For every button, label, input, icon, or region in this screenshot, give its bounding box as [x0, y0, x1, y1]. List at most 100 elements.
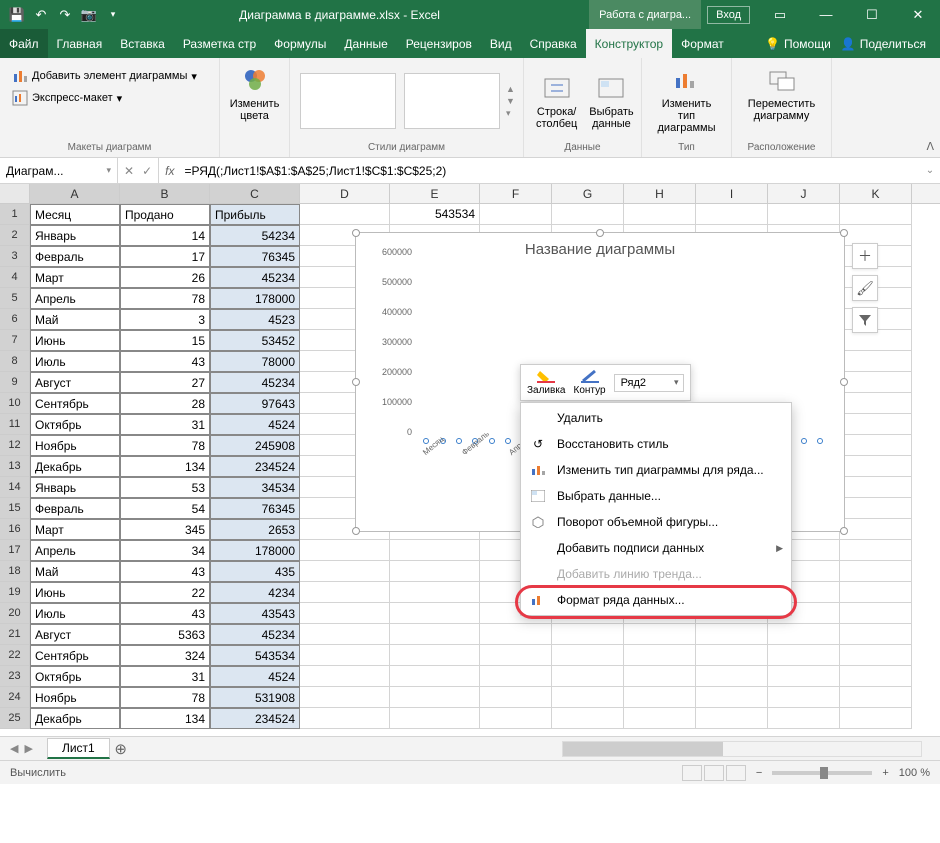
- cell[interactable]: Октябрь: [30, 414, 120, 435]
- cell[interactable]: Продано: [120, 204, 210, 225]
- cell[interactable]: [624, 645, 696, 666]
- chart-style-1[interactable]: [300, 73, 396, 129]
- ctx-format-series[interactable]: Формат ряда данных...: [521, 587, 791, 613]
- cell[interactable]: Февраль: [30, 246, 120, 267]
- cell[interactable]: 45234: [210, 624, 300, 645]
- sheet-nav-prev[interactable]: ◀: [10, 742, 18, 755]
- cell[interactable]: [390, 540, 480, 561]
- cell[interactable]: 31: [120, 666, 210, 687]
- cell[interactable]: [300, 666, 390, 687]
- save-icon[interactable]: 💾: [6, 4, 28, 26]
- change-chart-type-button[interactable]: Изменить тип диаграммы: [650, 62, 723, 136]
- cell[interactable]: 54234: [210, 225, 300, 246]
- cell[interactable]: 435: [210, 561, 300, 582]
- cell[interactable]: [300, 645, 390, 666]
- qat-dropdown-icon[interactable]: ▾: [102, 4, 124, 26]
- row-header[interactable]: 16: [0, 519, 30, 540]
- cell[interactable]: [480, 204, 552, 225]
- cell[interactable]: [624, 204, 696, 225]
- tab-design[interactable]: Конструктор: [586, 29, 672, 58]
- cell[interactable]: [300, 603, 390, 624]
- cell[interactable]: [480, 687, 552, 708]
- view-page-layout-button[interactable]: [704, 765, 724, 781]
- row-header[interactable]: 19: [0, 582, 30, 603]
- cell[interactable]: [480, 708, 552, 729]
- cell[interactable]: [840, 414, 912, 435]
- cell[interactable]: [624, 687, 696, 708]
- sheet-tab-1[interactable]: Лист1: [47, 738, 110, 759]
- ctx-delete[interactable]: Удалить: [521, 405, 791, 431]
- cell[interactable]: [768, 708, 840, 729]
- cell[interactable]: Август: [30, 372, 120, 393]
- cell[interactable]: 43: [120, 603, 210, 624]
- cell[interactable]: 28: [120, 393, 210, 414]
- cell[interactable]: [300, 624, 390, 645]
- col-header-a[interactable]: A: [30, 184, 120, 203]
- cell[interactable]: 4523: [210, 309, 300, 330]
- col-header-c[interactable]: C: [210, 184, 300, 203]
- cell[interactable]: 76345: [210, 498, 300, 519]
- cell[interactable]: Прибыль: [210, 204, 300, 225]
- cell[interactable]: [840, 393, 912, 414]
- cell[interactable]: 324: [120, 645, 210, 666]
- cell[interactable]: 34534: [210, 477, 300, 498]
- redo-icon[interactable]: ↷: [54, 4, 76, 26]
- cell[interactable]: Май: [30, 561, 120, 582]
- cell[interactable]: 22: [120, 582, 210, 603]
- minimize-icon[interactable]: —: [804, 0, 848, 29]
- cell[interactable]: [552, 204, 624, 225]
- cancel-formula-icon[interactable]: ✕: [124, 164, 134, 178]
- cell[interactable]: 2653: [210, 519, 300, 540]
- cell[interactable]: 4524: [210, 666, 300, 687]
- cell[interactable]: 54: [120, 498, 210, 519]
- cell[interactable]: 78: [120, 435, 210, 456]
- row-header[interactable]: 15: [0, 498, 30, 519]
- cell[interactable]: [390, 687, 480, 708]
- cell[interactable]: 234524: [210, 456, 300, 477]
- cell[interactable]: 178000: [210, 288, 300, 309]
- undo-icon[interactable]: ↶: [30, 4, 52, 26]
- cell[interactable]: 45234: [210, 372, 300, 393]
- tab-home[interactable]: Главная: [48, 29, 112, 58]
- cell[interactable]: Апрель: [30, 540, 120, 561]
- cell[interactable]: [552, 708, 624, 729]
- tab-file[interactable]: Файл: [0, 29, 48, 58]
- cell[interactable]: Месяц: [30, 204, 120, 225]
- cell[interactable]: 78000: [210, 351, 300, 372]
- row-header[interactable]: 1: [0, 204, 30, 225]
- cell[interactable]: 26: [120, 267, 210, 288]
- cell[interactable]: Июль: [30, 351, 120, 372]
- cell[interactable]: Март: [30, 519, 120, 540]
- name-box[interactable]: Диаграм...▾: [0, 158, 118, 183]
- chart-elements-button[interactable]: ＋: [852, 243, 878, 269]
- sheet-nav-next[interactable]: ▶: [24, 742, 32, 755]
- cell[interactable]: [300, 687, 390, 708]
- cell[interactable]: [696, 624, 768, 645]
- share-button[interactable]: 👤 Поделиться: [841, 37, 926, 51]
- cell[interactable]: Июнь: [30, 330, 120, 351]
- cell[interactable]: 27: [120, 372, 210, 393]
- cell[interactable]: [696, 666, 768, 687]
- cell[interactable]: [390, 708, 480, 729]
- cell[interactable]: 234524: [210, 708, 300, 729]
- cell[interactable]: 245908: [210, 435, 300, 456]
- ctx-add-data-labels[interactable]: Добавить подписи данных▶: [521, 535, 791, 561]
- cell[interactable]: 78: [120, 288, 210, 309]
- col-header-e[interactable]: E: [390, 184, 480, 203]
- cell[interactable]: Июнь: [30, 582, 120, 603]
- col-header-f[interactable]: F: [480, 184, 552, 203]
- fill-button[interactable]: Заливка: [527, 369, 566, 396]
- col-header-i[interactable]: I: [696, 184, 768, 203]
- add-chart-element-button[interactable]: Добавить элемент диаграммы ▾: [8, 66, 211, 86]
- cell[interactable]: 17: [120, 246, 210, 267]
- cell[interactable]: 4234: [210, 582, 300, 603]
- cell[interactable]: [840, 603, 912, 624]
- cell[interactable]: 76345: [210, 246, 300, 267]
- cell[interactable]: [552, 666, 624, 687]
- row-header[interactable]: 23: [0, 666, 30, 687]
- cell[interactable]: [840, 561, 912, 582]
- close-icon[interactable]: ✕: [896, 0, 940, 29]
- select-all-corner[interactable]: [0, 184, 30, 203]
- outline-button[interactable]: Контур: [574, 369, 606, 396]
- formula-input[interactable]: [180, 158, 920, 183]
